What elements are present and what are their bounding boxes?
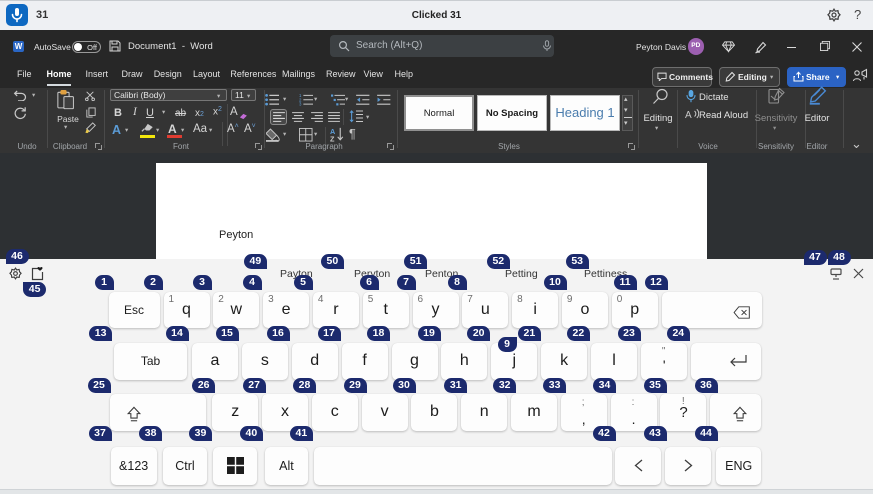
svg-text:3: 3 [299, 101, 302, 105]
svg-text:A: A [685, 110, 692, 120]
svg-text:Z: Z [330, 135, 335, 142]
